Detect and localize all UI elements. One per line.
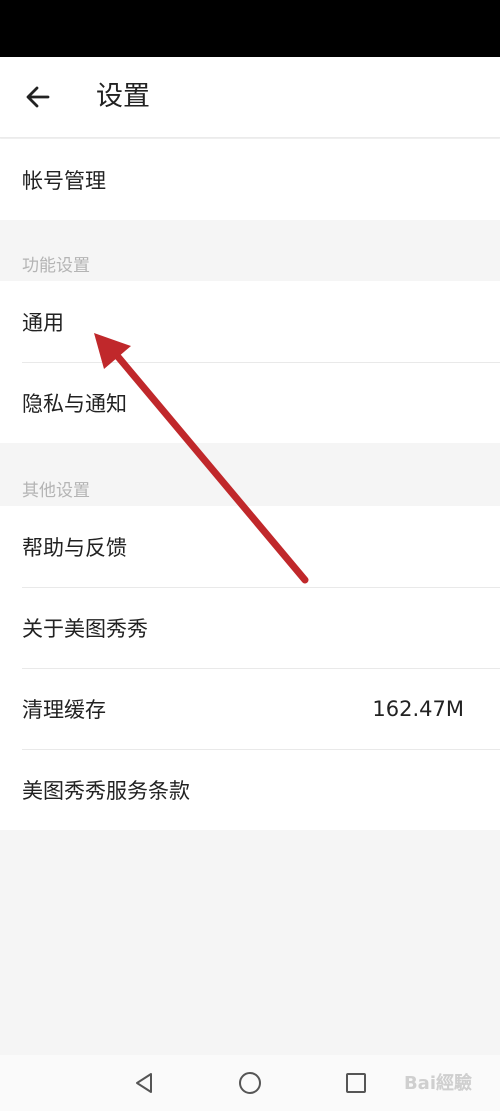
- cache-size-value: 162.47M: [372, 696, 464, 721]
- page-title: 设置: [96, 81, 150, 112]
- settings-item-clear-cache[interactable]: 清理缓存 162.47M: [0, 668, 500, 749]
- settings-item-account-management[interactable]: 帐号管理: [0, 139, 500, 220]
- circle-home-icon: [239, 1072, 261, 1094]
- nav-home-button[interactable]: [236, 1069, 264, 1097]
- back-button[interactable]: [20, 79, 56, 115]
- system-nav-bar: Bai經驗: [0, 1055, 500, 1111]
- settings-item-label: 通用: [22, 310, 64, 335]
- status-bar: [0, 0, 500, 57]
- settings-item-label: 帮助与反馈: [22, 535, 127, 560]
- group-header-other: 其他设置: [22, 481, 90, 501]
- settings-item-terms-of-service[interactable]: 美图秀秀服务条款: [0, 749, 500, 830]
- settings-item-label: 关于美图秀秀: [22, 616, 148, 641]
- settings-item-about[interactable]: 关于美图秀秀: [0, 587, 500, 668]
- settings-item-general[interactable]: 通用: [0, 281, 500, 362]
- settings-item-privacy-notifications[interactable]: 隐私与通知: [0, 362, 500, 443]
- function-settings-section: 通用 隐私与通知: [0, 281, 500, 443]
- watermark: Bai經驗: [403, 1073, 472, 1094]
- settings-item-label: 清理缓存: [22, 697, 106, 722]
- other-settings-section: 帮助与反馈 关于美图秀秀 清理缓存 162.47M 美图秀秀服务条款: [0, 506, 500, 830]
- arrow-left-icon: [26, 86, 50, 108]
- triangle-back-icon: [136, 1073, 152, 1093]
- settings-item-label: 帐号管理: [22, 168, 106, 193]
- square-recents-icon: [346, 1073, 366, 1093]
- settings-item-label: 美图秀秀服务条款: [22, 778, 190, 803]
- settings-item-help-feedback[interactable]: 帮助与反馈: [0, 506, 500, 587]
- settings-item-label: 隐私与通知: [22, 391, 127, 416]
- app-header: 设置: [0, 57, 500, 138]
- group-header-function: 功能设置: [22, 256, 90, 276]
- nav-recents-button[interactable]: [342, 1069, 370, 1097]
- nav-back-button[interactable]: [130, 1069, 158, 1097]
- account-section: 帐号管理: [0, 139, 500, 220]
